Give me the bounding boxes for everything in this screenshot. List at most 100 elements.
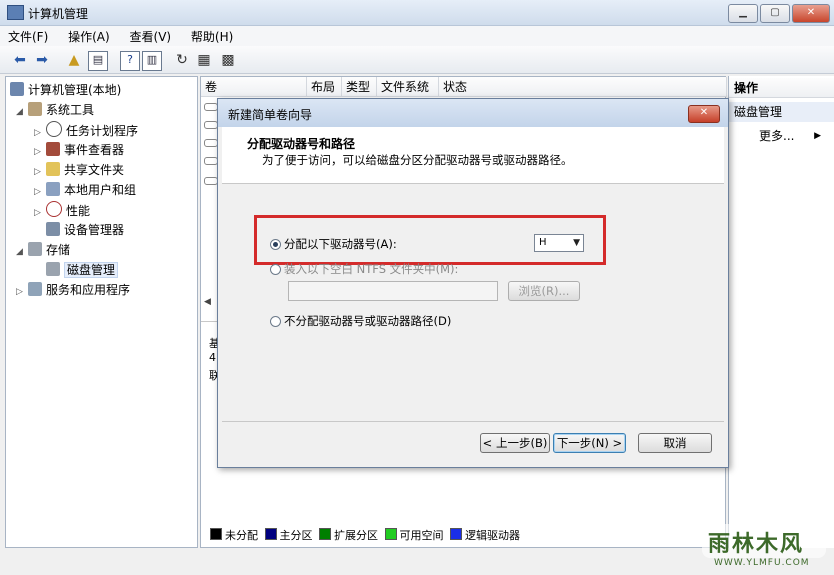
window-title: 计算机管理 (28, 7, 89, 21)
dialog-separator (222, 421, 724, 422)
volume-row-icon[interactable] (204, 139, 218, 147)
expanded-arrow-icon[interactable]: ◢ (16, 107, 28, 117)
no-drive-letter-label: 不分配驱动器号或驱动器路径(D) (284, 314, 452, 328)
volume-row-icon[interactable] (204, 121, 218, 129)
column-layout[interactable]: 布局 (307, 77, 342, 97)
mount-folder-label: 装入以下空白 NTFS 文件夹中(M): (284, 262, 459, 276)
volume-row-icon[interactable] (204, 177, 218, 185)
cancel-button[interactable]: 取消 (638, 433, 712, 453)
tree-item-performance[interactable]: ▷ 性能 (34, 201, 90, 219)
tree-item-shared-folders[interactable]: ▷ 共享文件夹 (34, 161, 124, 178)
folder-path-input[interactable] (288, 281, 498, 301)
assign-drive-letter-radio[interactable] (270, 239, 281, 250)
tree-item-event-viewer[interactable]: ▷ 事件查看器 (34, 141, 124, 158)
watermark-brand: 雨林木风 (708, 532, 805, 557)
back-arrow-icon[interactable]: ⬅ (10, 50, 30, 70)
legend-swatch (319, 528, 331, 540)
shared-folder-icon (46, 162, 60, 176)
mount-folder-radio[interactable] (270, 264, 281, 275)
computer-icon (10, 82, 24, 96)
dialog-title: 新建简单卷向导 (228, 108, 313, 122)
collapsed-arrow-icon[interactable]: ▷ (34, 167, 46, 177)
computer-management-icon (7, 5, 24, 20)
back-button[interactable]: < 上一步(B) (480, 433, 550, 453)
users-icon (46, 182, 60, 196)
collapsed-arrow-icon[interactable]: ▷ (34, 147, 46, 157)
menu-help[interactable]: 帮助(H) (183, 26, 241, 45)
dialog-close-button[interactable]: ✕ (688, 105, 720, 123)
tools-icon (28, 102, 42, 116)
tree-item-device-manager[interactable]: 设备管理器 (46, 221, 124, 238)
disk-label-char: 4 (209, 351, 216, 364)
watermark-logo: 雨林木风 WWW.YLMFU.COM (700, 520, 830, 575)
export-list-icon[interactable]: ▩ (218, 50, 238, 70)
refresh-icon[interactable]: ↻ (172, 50, 192, 70)
partition-legend: 未分配 主分区 扩展分区 可用空间 逻辑驱动器 (207, 527, 520, 543)
volume-row-icon[interactable] (204, 103, 218, 111)
dropdown-arrow-icon: ▼ (573, 238, 580, 248)
menu-bar: 文件(F) 操作(A) 查看(V) 帮助(H) (0, 26, 834, 46)
menu-file[interactable]: 文件(F) (0, 26, 56, 45)
help-icon[interactable]: ? (120, 51, 140, 71)
action-pane: 操作 磁盘管理 更多... ▶ (728, 76, 834, 548)
forward-arrow-icon[interactable]: ➡ (32, 50, 52, 70)
drive-letter-select[interactable]: H ▼ (534, 234, 584, 252)
services-icon (28, 282, 42, 296)
tree-item-system-tools[interactable]: ◢ 系统工具 (16, 101, 94, 118)
tree-item-storage[interactable]: ◢ 存储 (16, 241, 70, 258)
new-simple-volume-wizard: 新建简单卷向导 ✕ 分配驱动器号和路径 为了便于访问，可以给磁盘分区分配驱动器号… (217, 98, 729, 468)
watermark-url: WWW.YLMFU.COM (714, 558, 810, 568)
column-volume[interactable]: 卷 (201, 77, 307, 97)
column-type[interactable]: 类型 (342, 77, 377, 97)
event-viewer-icon (46, 142, 60, 156)
storage-icon (28, 242, 42, 256)
navigation-tree: 计算机管理(本地) ◢ 系统工具 ▷ 任务计划程序 ▷ 事件查看器 ▷ 共享文件夹 ▷ 本… (5, 76, 198, 548)
clock-icon (46, 121, 62, 137)
legend-swatch (450, 528, 462, 540)
more-actions-link[interactable]: 更多... ▶ (729, 126, 834, 146)
menu-action[interactable]: 操作(A) (60, 26, 118, 45)
device-manager-icon (46, 222, 60, 236)
scroll-left-icon[interactable]: ◀ (204, 297, 211, 307)
chevron-right-icon: ▶ (814, 131, 821, 141)
show-hide-tree-icon[interactable]: ▤ (88, 51, 108, 71)
collapsed-arrow-icon[interactable]: ▷ (34, 128, 46, 138)
minimize-button[interactable]: ▁ (728, 4, 758, 23)
no-drive-letter-radio[interactable] (270, 316, 281, 327)
dialog-header: 分配驱动器号和路径 为了便于访问，可以给磁盘分区分配驱动器号或驱动器路径。 (222, 127, 724, 184)
legend-swatch (384, 528, 397, 540)
close-button[interactable]: ✕ (792, 4, 830, 23)
menu-view[interactable]: 查看(V) (122, 26, 180, 45)
legend-swatch (264, 528, 277, 540)
assign-drive-letter-label: 分配以下驱动器号(A): (284, 237, 397, 251)
maximize-button[interactable]: ▢ (760, 4, 790, 23)
volume-row-icon[interactable] (204, 157, 218, 165)
dialog-titlebar: 新建简单卷向导 ✕ (218, 99, 728, 127)
window-titlebar: 计算机管理 ▁ ▢ ✕ (0, 0, 834, 26)
tree-item-local-users[interactable]: ▷ 本地用户和组 (34, 181, 136, 198)
dialog-subheading: 为了便于访问，可以给磁盘分区分配驱动器号或驱动器路径。 (262, 153, 573, 167)
dialog-heading: 分配驱动器号和路径 (247, 137, 356, 151)
properties-icon[interactable]: ▦ (194, 50, 214, 70)
show-hide-action-pane-icon[interactable]: ▥ (142, 51, 162, 71)
collapsed-arrow-icon[interactable]: ▷ (34, 208, 46, 218)
browse-button[interactable]: 浏览(R)... (508, 281, 580, 301)
actions-section-disk-management[interactable]: 磁盘管理 (729, 102, 834, 122)
toolbar: ⬅ ➡ ▲ ▤ ? ▥ ↻ ▦ ▩ (0, 46, 834, 74)
expanded-arrow-icon[interactable]: ◢ (16, 247, 28, 257)
tree-item-services-apps[interactable]: ▷ 服务和应用程序 (16, 281, 130, 298)
column-status[interactable]: 状态 (439, 77, 727, 97)
collapsed-arrow-icon[interactable]: ▷ (16, 287, 28, 297)
disk-icon (46, 262, 60, 276)
dialog-body: 分配以下驱动器号(A): H ▼ 装入以下空白 NTFS 文件夹中(M): 浏览… (222, 184, 724, 420)
tree-item-task-scheduler[interactable]: ▷ 任务计划程序 (34, 121, 138, 139)
tree-item-disk-management[interactable]: 磁盘管理 (46, 261, 119, 278)
tree-item-root[interactable]: 计算机管理(本地) (10, 81, 121, 98)
column-filesystem[interactable]: 文件系统 (377, 77, 439, 97)
performance-icon (46, 201, 62, 217)
collapsed-arrow-icon[interactable]: ▷ (34, 187, 46, 197)
up-folder-icon[interactable]: ▲ (64, 50, 84, 70)
actions-header: 操作 (729, 78, 834, 98)
next-button[interactable]: 下一步(N) > (553, 433, 626, 453)
legend-swatch (210, 528, 222, 540)
